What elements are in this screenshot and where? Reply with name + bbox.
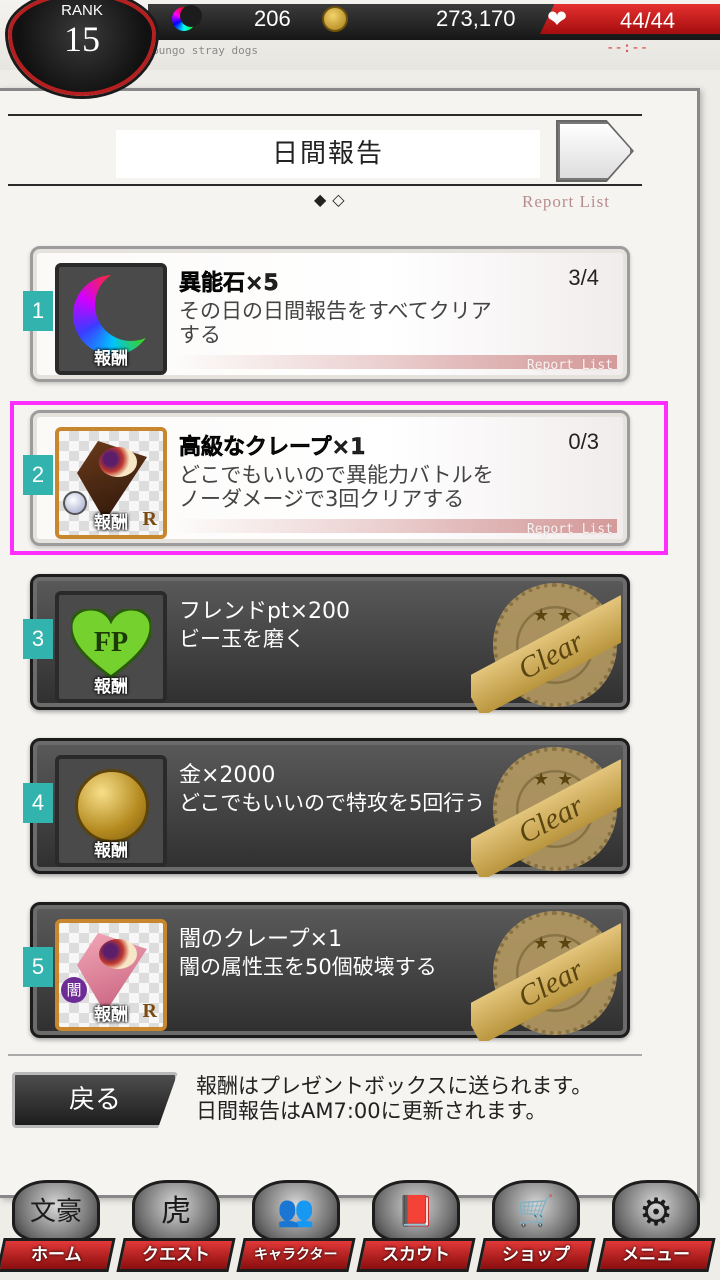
rank-label: RANK [61,2,103,19]
card-tag: Report List [526,358,613,373]
gold-coin-icon [75,769,149,843]
reward-tile: 報酬 [55,263,167,375]
card-description: 闇の属性玉を50個破壊する [179,955,437,979]
page-title: 日間報告 [271,139,384,169]
reward-label: 報酬 [94,677,128,697]
nav-label: ショップ [476,1238,596,1272]
stamina-heart-icon: ❤ [546,5,568,33]
card-title: 金×2000 [179,763,276,788]
card-description: どこでもいいので特攻を5回行う [179,791,486,815]
card-title: 異能石×5 [179,271,279,297]
card-progress: 0/3 [568,429,599,454]
coin-count: 273,170 [436,6,516,31]
bottom-nav: 文豪 ホーム 虎 クエスト 👥 キャラクター 📕 スカウト 🛒 ショップ ⚙ メ… [0,1172,720,1280]
reward-tile: R 報酬 [55,427,167,539]
card-number: 3 [23,619,53,659]
report-card-1[interactable]: 1 報酬 異能石×5 3/4 その日の日間報告をすべてクリアする Report … [23,246,630,382]
page-title-box: 日間報告 [116,130,540,178]
footer-note: 報酬はプレゼントボックスに送られます。 日間報告はAM7:00に更新されます。 [196,1074,592,1124]
nav-scout[interactable]: 📕 スカウト [356,1172,476,1276]
card-description: その日の日間報告をすべてクリアする [179,299,492,347]
home-glyph: 文豪 [29,1197,82,1227]
menu-glyph: ⚙ [638,1190,674,1234]
character-glyph: 👥 [277,1194,315,1229]
rainbow-moon-icon [73,269,163,355]
stamina-timer: --:-- [606,40,649,56]
card-description: ビー玉を磨く [179,627,305,651]
status-bar: 206 273,170 ❤ 44/44 --:-- bungo stray do… [0,0,720,96]
report-card-2[interactable]: 2 R 報酬 高級なクレープ×1 0/3 どこでもいいので異能力バトルをノーダメ… [23,410,630,546]
reward-tile: FP 報酬 [55,591,167,703]
clear-stamp: ★★ Clear [471,583,621,713]
card-tag: Report List [526,522,613,537]
note-line-1: 報酬はプレゼントボックスに送られます。 [196,1074,593,1098]
page-indicator: ◆◇ [314,190,351,209]
report-card-5[interactable]: 5 闇 R 報酬 闇のクレープ×1 闇の属性玉を50個破壊する ★★ Clear [23,902,630,1041]
friend-point-heart-icon: FP [71,609,151,679]
nav-home[interactable]: 文豪 ホーム [0,1172,116,1276]
back-button[interactable]: 戻る [12,1072,178,1128]
nav-label: キャラクター [236,1238,356,1272]
card-title: 高級なクレープ×1 [179,435,366,461]
reward-label: 報酬 [94,349,128,369]
game-subtitle: bungo stray dogs [152,44,258,57]
header-divider-bottom [8,184,642,186]
card-number: 4 [23,783,53,823]
card-title: 闇のクレープ×1 [179,927,343,952]
footer-divider [8,1054,642,1056]
gem-count: 206 [254,6,291,31]
card-number: 1 [23,291,53,331]
reward-label: 報酬 [94,1005,128,1025]
card-progress: 3/4 [568,265,599,290]
quest-glyph: 虎 [161,1194,191,1229]
ability-stone-icon [172,5,202,31]
stamina-value: 44/44 [620,8,676,33]
report-card-3[interactable]: 3 FP 報酬 フレンドpt×200 ビー玉を磨く ★★ Clear [23,574,630,713]
crepe-topping [99,939,137,969]
report-card-4[interactable]: 4 報酬 金×2000 どこでもいいので特攻を5回行う ★★ Clear [23,738,630,877]
dark-attribute-badge: 闇 [61,977,87,1003]
nav-label: スカウト [356,1238,476,1272]
note-line-2: 日間報告はAM7:00に更新されます。 [196,1099,547,1123]
clear-stamp: ★★ Clear [471,911,621,1041]
reward-label: 報酬 [94,841,128,861]
nav-quest[interactable]: 虎 クエスト [116,1172,236,1276]
reward-label: 報酬 [94,513,128,533]
reward-tile: 報酬 [55,755,167,867]
nav-menu[interactable]: ⚙ メニュー [596,1172,716,1276]
nav-label: クエスト [116,1238,236,1272]
report-list-link[interactable]: Report List [522,192,610,212]
nav-character[interactable]: 👥 キャラクター [236,1172,356,1276]
card-number: 5 [23,947,53,987]
shop-glyph: 🛒 [517,1194,555,1229]
nav-label: メニュー [596,1238,716,1272]
header-divider-top [8,114,642,116]
nav-shop[interactable]: 🛒 ショップ [476,1172,596,1276]
rank-value: 15 [64,19,100,59]
card-title: フレンドpt×200 [179,599,351,624]
scout-glyph: 📕 [397,1194,435,1229]
card-number: 2 [23,455,53,495]
rank-badge[interactable]: RANK 15 [8,0,156,96]
reward-tile: 闇 R 報酬 [55,919,167,1031]
clear-stamp: ★★ Clear [471,747,621,877]
coin-icon [322,6,348,32]
crepe-topping [99,447,137,477]
fp-text: FP [94,627,128,658]
card-description: どこでもいいので異能力バトルをノーダメージで3回クリアする [179,463,494,511]
nav-label: ホーム [0,1238,116,1272]
